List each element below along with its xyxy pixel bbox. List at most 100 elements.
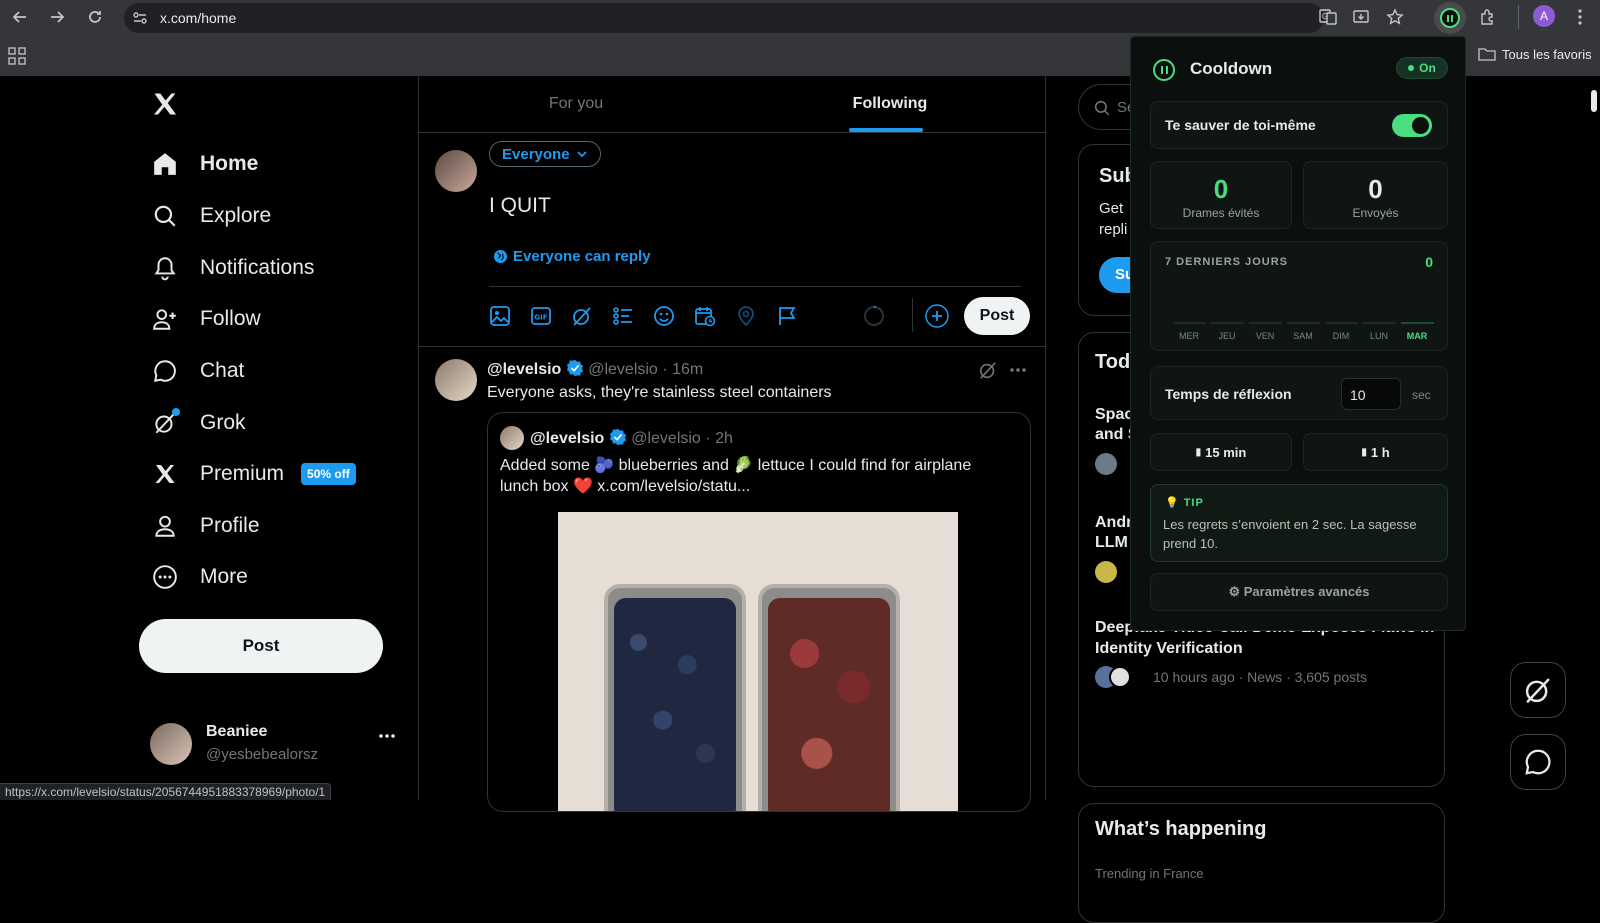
nav-label: Follow <box>200 307 261 330</box>
all-bookmarks-folder[interactable]: Tous les favoris <box>1478 46 1592 62</box>
address-bar[interactable]: x.com/home <box>124 3 1324 33</box>
location-icon[interactable] <box>735 305 757 327</box>
whats-happening-title: What’s happening <box>1095 818 1267 840</box>
reload-icon[interactable] <box>83 5 107 29</box>
delay-label: Temps de réflexion <box>1165 386 1292 402</box>
status-text: On <box>1419 61 1436 75</box>
account-handle: @yesbebealorsz <box>206 746 318 763</box>
back-icon[interactable] <box>8 5 32 29</box>
lunch-box-photo[interactable] <box>558 512 958 811</box>
home-icon <box>150 149 180 179</box>
news-meta: 10 hours ago · News · 3,605 posts <box>1153 669 1368 685</box>
nav-premium[interactable]: Premium 50% off <box>150 452 356 496</box>
apps-grid-icon[interactable] <box>8 47 26 65</box>
audience-label: Everyone <box>502 145 570 163</box>
search-icon <box>150 201 180 231</box>
browser-menu-icon[interactable] <box>1568 5 1592 29</box>
tip-title: TIP <box>1183 496 1204 509</box>
nav-chat[interactable]: Chat <box>150 349 244 393</box>
delay-input[interactable]: 10 <box>1341 378 1401 410</box>
nav-grok[interactable]: Grok <box>150 401 246 445</box>
author-name[interactable]: @levelsio <box>487 361 561 378</box>
day-label-active: MAR <box>1406 331 1428 341</box>
more-dots-icon[interactable] <box>1009 367 1027 373</box>
url-text[interactable]: x.com/home <box>160 10 236 26</box>
verified-badge-icon <box>609 428 626 446</box>
reply-setting-button[interactable]: Everyone can reply <box>493 248 651 265</box>
day-bar <box>1325 322 1358 324</box>
toolbar-divider <box>1518 5 1519 29</box>
nav-profile[interactable]: Profile <box>150 504 260 548</box>
protection-toggle[interactable] <box>1392 114 1432 137</box>
news-headline: Andr <box>1095 514 1133 531</box>
post-button[interactable]: Post <box>139 619 383 673</box>
person-icon <box>150 511 180 541</box>
advanced-settings-button[interactable]: ⚙ Paramètres avancés <box>1150 573 1448 611</box>
quote-author-handle: @levelsio <box>631 430 701 447</box>
chat-bubble-icon <box>150 356 180 386</box>
avatar <box>150 723 192 765</box>
news-item[interactable]: Andr LLM <box>1095 513 1132 553</box>
tip-line: Les regrets s’envoient en 2 sec. La sage… <box>1163 517 1417 532</box>
x-logo-icon <box>150 459 180 489</box>
grok-icon[interactable] <box>571 305 593 327</box>
x-logo-icon[interactable] <box>151 90 179 118</box>
tab-following[interactable]: Following <box>733 76 1047 132</box>
nav-explore[interactable]: Explore <box>150 194 271 238</box>
forward-icon[interactable] <box>45 5 69 29</box>
add-post-icon[interactable] <box>925 304 949 328</box>
tweet[interactable]: @levelsio @levelsio · 16m Everyone asks,… <box>419 347 1045 812</box>
bookmark-star-icon[interactable] <box>1383 5 1407 29</box>
compose-textarea[interactable]: I QUIT <box>489 194 551 218</box>
poll-icon[interactable] <box>612 305 634 327</box>
tweet-time[interactable]: 16m <box>672 361 703 378</box>
emoji-icon[interactable] <box>653 305 675 327</box>
day-bar <box>1363 322 1396 324</box>
messages-floating-button[interactable] <box>1510 734 1566 790</box>
quote-tweet[interactable]: @levelsio @levelsio · 2h Added some 🫐 bl… <box>487 412 1031 812</box>
tab-label: For you <box>548 95 604 112</box>
install-app-icon[interactable] <box>1349 5 1373 29</box>
translate-icon[interactable]: G <box>1316 5 1340 29</box>
lightbulb-icon: 💡 <box>1165 497 1180 509</box>
gif-icon[interactable]: GIF <box>530 305 552 327</box>
more-dots-icon[interactable] <box>378 733 396 739</box>
extensions-puzzle-icon[interactable] <box>1476 5 1500 29</box>
pause-1h-button[interactable]: ▮ 1 h <box>1303 433 1448 471</box>
schedule-icon[interactable] <box>694 305 716 327</box>
day-label: JEU <box>1218 331 1236 341</box>
avatar[interactable] <box>435 359 477 401</box>
compose-post-button[interactable]: Post <box>964 297 1030 335</box>
nav-follow[interactable]: Follow <box>150 297 261 341</box>
divider <box>489 286 1021 287</box>
cooldown-extension-icon[interactable] <box>1434 2 1466 34</box>
pause-15-label: 15 min <box>1205 444 1247 460</box>
pause-15-button[interactable]: ▮ 15 min <box>1150 433 1292 471</box>
cooldown-logo-icon <box>1153 59 1175 81</box>
grok-icon[interactable] <box>978 360 998 380</box>
nav-home[interactable]: Home <box>150 142 258 186</box>
grok-floating-button[interactable] <box>1510 662 1566 718</box>
tab-for-you[interactable]: For you <box>419 76 733 132</box>
pause-icon: ▮ <box>1195 446 1202 458</box>
stat-card-sent: 0 Envoyés <box>1303 161 1448 229</box>
account-switcher[interactable]: Beaniee @yesbebealorsz <box>150 721 400 773</box>
subscribe-text: repli <box>1099 221 1128 238</box>
flag-icon[interactable] <box>776 305 798 327</box>
blueberry-container <box>604 584 746 811</box>
audience-selector[interactable]: Everyone <box>489 141 601 167</box>
svg-text:GIF: GIF <box>534 314 547 322</box>
page-scrollbar[interactable] <box>1588 76 1600 800</box>
quote-text: Added some 🫐 blueberries and 🥬 lettuce I… <box>500 457 972 474</box>
nav-notifications[interactable]: Notifications <box>150 246 314 290</box>
media-icon[interactable] <box>489 305 511 327</box>
site-info-icon[interactable] <box>132 10 148 26</box>
nav-more[interactable]: More <box>150 555 248 599</box>
day-bar <box>1249 322 1282 324</box>
tab-label: Following <box>852 95 928 112</box>
stat-card-avoided: 0 Drames évités <box>1150 161 1292 229</box>
news-headline: LLM <box>1095 534 1128 551</box>
scrollbar-thumb[interactable] <box>1591 90 1597 112</box>
day-bar <box>1211 322 1244 324</box>
profile-avatar[interactable]: A <box>1533 5 1555 27</box>
